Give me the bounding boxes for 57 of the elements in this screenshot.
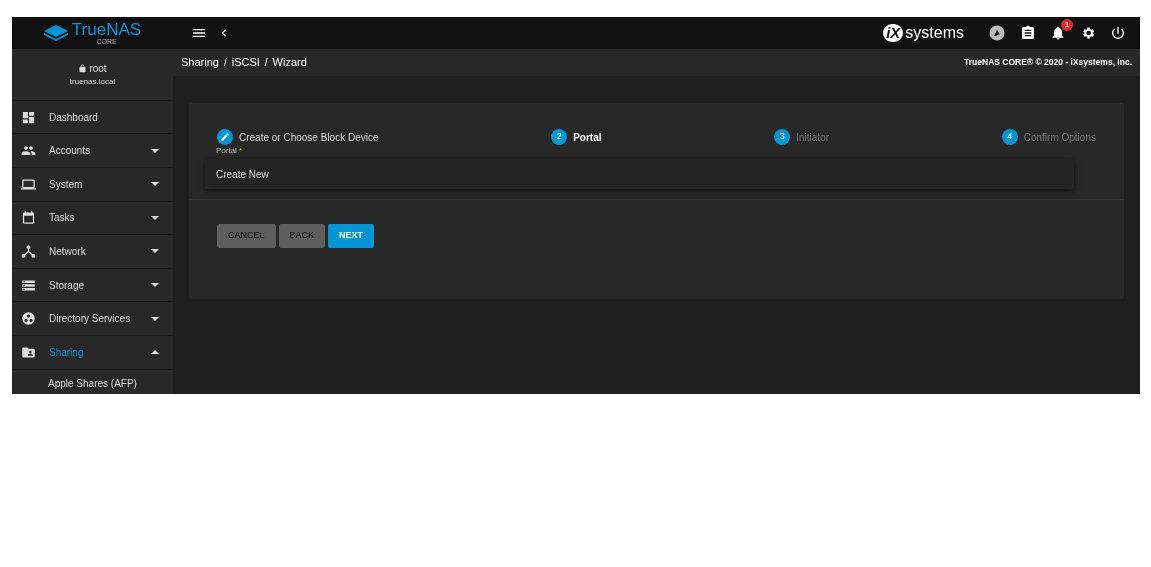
sidebar-item[interactable]: Storage [12,268,173,303]
username: root [89,61,107,76]
breadcrumb-link[interactable]: Wizard [272,54,307,71]
wizard-step[interactable]: Create or Choose Block Device [217,129,379,145]
clipboard-icon [1020,25,1036,41]
breadcrumb-link[interactable]: Sharing [181,54,219,71]
caret-down-icon [151,316,159,321]
truecommand-button[interactable] [988,24,1006,42]
breadcrumb-link[interactable]: iSCSI [231,54,260,71]
vendor-mark: iX [883,24,904,42]
power-icon [1110,25,1126,41]
step-number: 3 [774,129,791,145]
settings-button[interactable] [1080,25,1096,41]
step-label: Initiator [796,130,830,145]
circle-logo-icon [988,24,1006,42]
copyright-text: TrueNAS CORE® © 2020 - iXsystems, Inc. [964,56,1132,69]
field-label: Portal [216,147,237,155]
sidebar-item[interactable]: System [12,167,173,202]
caret-down-icon [151,249,159,254]
logo-text: TrueNAS [71,21,142,38]
vendor-text: systems [905,23,964,43]
bell-icon [1050,25,1066,41]
sidebar-item[interactable]: Tasks [12,201,173,236]
dashboard-icon [21,109,36,125]
step-label: Portal [573,130,602,145]
sidebar-item[interactable]: Sharing [12,335,173,370]
sidebar-item[interactable]: Network [12,235,173,269]
step-number: 2 [551,129,568,145]
sidebar-item[interactable]: Accounts [12,134,173,168]
caret-down-icon [151,283,159,287]
step-edit-icon [217,129,233,145]
step-number: 4 [1001,129,1018,145]
step-label: Confirm Options [1023,130,1096,145]
settings-icon [1080,25,1096,41]
breadcrumb-separator: / [264,56,268,70]
lock-icon [78,63,88,73]
sidebar-item[interactable]: Dashboard [12,100,173,135]
calendar-icon [21,210,36,226]
notifications-button[interactable] [1050,25,1066,41]
network-icon [21,243,36,259]
caret-down-icon [151,215,159,220]
step-label: Create or Choose Block Device [239,130,379,145]
notification-badge: 1 [1061,19,1073,31]
caret-down-icon [151,182,159,187]
power-button[interactable] [1110,25,1126,41]
dropdown-option[interactable]: Create New [205,166,1074,182]
sidebar-subitem[interactable]: Apple Shares (AFP) [12,372,173,394]
logo-icon [43,25,68,41]
wizard-step[interactable]: 2 Portal [551,129,602,145]
circle-dots-icon [21,311,36,327]
caret-up-icon [151,350,159,355]
caret-down-icon [151,148,159,153]
required-mark: * [238,147,243,155]
breadcrumb-separator: / [223,56,227,70]
clipboard-button[interactable] [1020,25,1036,41]
sidebar-item[interactable]: Directory Services [12,302,173,336]
hostname: truenas.local [69,75,116,88]
